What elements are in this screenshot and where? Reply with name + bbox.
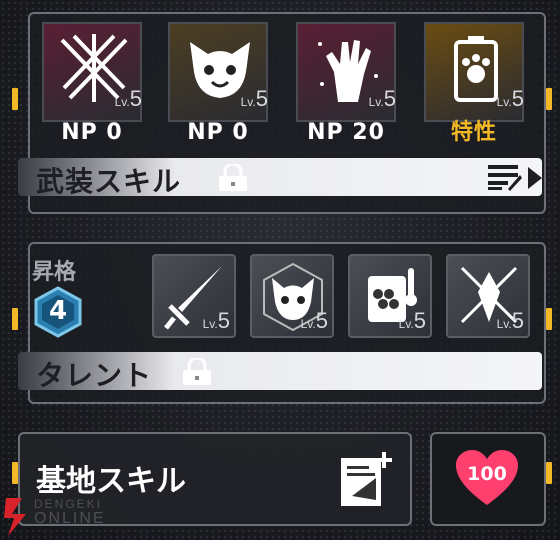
np-skill-card[interactable]: Lv.5 NP 0	[168, 22, 268, 148]
affinity-value: 100	[467, 463, 507, 485]
lock-icon	[180, 356, 214, 390]
panel-marker	[546, 462, 552, 484]
armed-skill-title: 武装スキル	[36, 165, 182, 198]
lock-icon	[216, 162, 250, 196]
talent-level: Lv.5	[496, 308, 524, 333]
base-skill-document-icon	[338, 448, 394, 514]
np-skill-card[interactable]: Lv.5 特性	[424, 22, 524, 148]
play-arrow-icon[interactable]	[528, 167, 542, 193]
panel-marker	[546, 308, 552, 330]
panel-marker	[12, 88, 18, 110]
talent-bar[interactable]: タレント	[18, 352, 542, 392]
np-skill-label: NP 0	[61, 120, 123, 145]
talent-slot[interactable]: Lv.5	[446, 254, 530, 338]
ascension-hex-badge: 4	[32, 286, 84, 338]
affinity-heart-badge: 100	[454, 449, 520, 507]
np-skill-level: Lv.5	[114, 86, 142, 111]
np-skill-level: Lv.5	[368, 86, 396, 111]
panel-marker	[12, 308, 18, 330]
watermark-text: DENGEKI ONLINE	[34, 497, 106, 527]
np-skill-label: 特性	[450, 120, 497, 145]
np-skill-level: Lv.5	[496, 86, 524, 111]
ascension-value: 4	[48, 296, 68, 326]
np-skill-level: Lv.5	[240, 86, 268, 111]
talent-title: タレント	[36, 359, 153, 392]
talent-level: Lv.5	[398, 308, 426, 333]
talent-level: Lv.5	[300, 308, 328, 333]
np-skill-label: NP 20	[307, 120, 385, 145]
panel-marker	[546, 88, 552, 110]
np-skill-card[interactable]: Lv.5 NP 20	[296, 22, 396, 148]
watermark-logo-icon	[2, 498, 32, 540]
armed-skill-bar[interactable]: 武装スキル	[18, 158, 542, 198]
np-skill-card[interactable]: Lv.5 NP 0	[42, 22, 142, 148]
talent-slot[interactable]: Lv.5	[348, 254, 432, 338]
list-edit-icon[interactable]	[488, 165, 522, 195]
base-skill-title: 基地スキル	[36, 464, 186, 499]
talent-slot[interactable]: Lv.5	[250, 254, 334, 338]
ascension-label: 昇格	[32, 260, 77, 285]
talent-slot[interactable]: Lv.5	[152, 254, 236, 338]
panel-marker	[12, 462, 18, 484]
np-skill-label: NP 0	[187, 120, 249, 145]
talent-level: Lv.5	[202, 308, 230, 333]
